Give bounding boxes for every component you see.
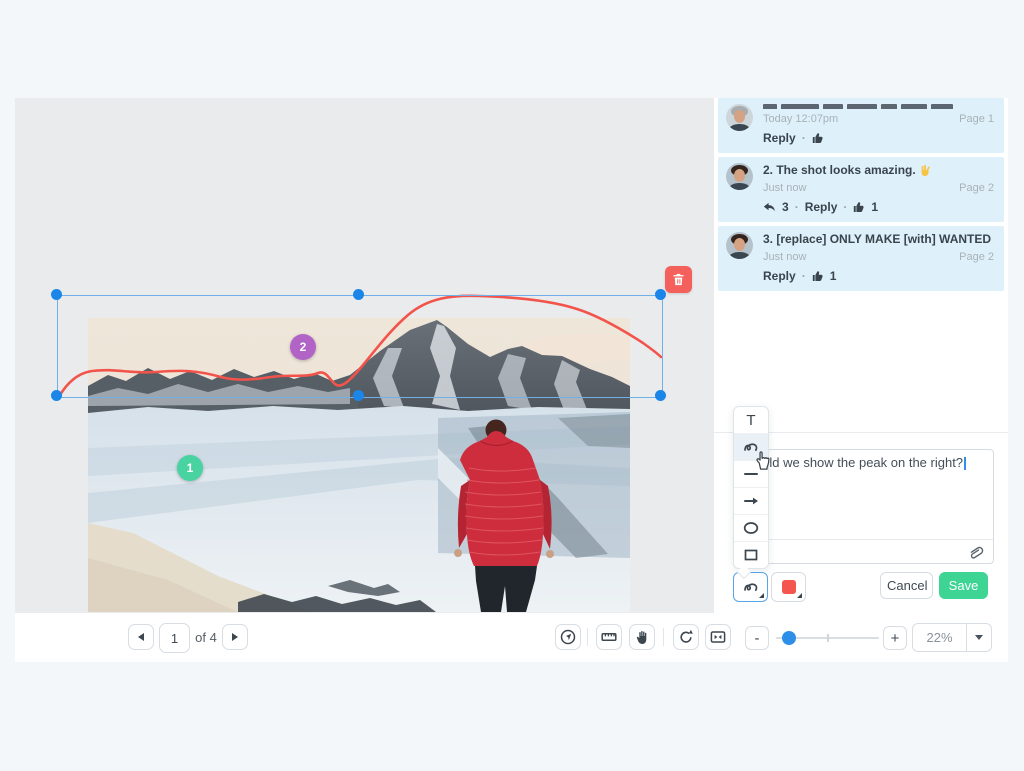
rotate-button[interactable]: [673, 624, 699, 650]
cancel-button[interactable]: Cancel: [880, 572, 933, 599]
compass-icon: [560, 629, 576, 645]
reply-link[interactable]: Reply: [763, 131, 796, 145]
rotate-icon: [678, 629, 694, 645]
horns-emoji-icon: [919, 164, 932, 177]
ruler-icon: [601, 629, 617, 645]
corner-expand-icon: [759, 593, 764, 598]
zoom-out-button[interactable]: -: [745, 626, 769, 650]
selection-handle-bottom-right[interactable]: [655, 390, 666, 401]
attachment-row: [747, 539, 993, 563]
delete-annotation-button[interactable]: [665, 266, 692, 293]
text-caret: [964, 457, 966, 470]
red-color-swatch: [782, 580, 796, 594]
annotation-selection-box[interactable]: [57, 295, 663, 398]
pointer-tool-button[interactable]: [555, 624, 581, 650]
like-count: 1: [830, 269, 837, 283]
fit-screen-button[interactable]: [705, 624, 731, 650]
comments-panel: Today 12:07pm Page 1 Reply · 2. The shot…: [714, 98, 1008, 613]
selection-handle-bottom-left[interactable]: [51, 390, 62, 401]
comment-page-label: Page 1: [959, 113, 994, 125]
zoom-level-select[interactable]: 22%: [912, 623, 992, 652]
page-count-label: of 4: [191, 630, 221, 645]
comment-timestamp: Just now: [763, 251, 806, 263]
like-count: 1: [871, 200, 878, 214]
active-shape-tool-button[interactable]: [733, 572, 768, 602]
separator-dot: ·: [802, 131, 806, 145]
toolbar-divider: [587, 628, 588, 646]
selection-handle-top-right[interactable]: [655, 289, 666, 300]
selection-handle-top-center[interactable]: [353, 289, 364, 300]
tool-rectangle[interactable]: [734, 542, 768, 568]
ellipse-icon: [743, 520, 759, 536]
freehand-icon: [743, 579, 759, 595]
comment-card-2[interactable]: 2. The shot looks amazing. Just now Page…: [718, 157, 1004, 222]
reply-link[interactable]: Reply: [763, 269, 796, 283]
arrow-icon: [743, 493, 759, 509]
forward-arrow-icon[interactable]: [763, 202, 776, 213]
comment-page-label: Page 2: [959, 251, 994, 263]
rectangle-icon: [743, 547, 759, 563]
comment-card-1[interactable]: Today 12:07pm Page 1 Reply ·: [718, 98, 1004, 153]
comment-text: 3. [replace] ONLY MAKE [with] WANTED: [763, 232, 991, 247]
tool-ellipse[interactable]: [734, 515, 768, 542]
prev-page-button[interactable]: [128, 624, 154, 650]
freehand-icon: [743, 439, 759, 455]
bottom-toolbar: of 4 - + 22%: [15, 613, 1008, 662]
avatar: [726, 104, 753, 131]
zoom-level-value: 22%: [913, 624, 966, 651]
annotation-color-button[interactable]: [771, 572, 806, 602]
paperclip-icon[interactable]: [968, 545, 985, 559]
separator-dot: ·: [843, 200, 847, 214]
avatar: [726, 232, 753, 259]
comment-page-label: Page 2: [959, 182, 994, 194]
proofing-app: 1 2 Today 12:07pm Page 1 Reply ·: [0, 0, 1024, 771]
tool-text[interactable]: T: [734, 407, 768, 434]
next-arrow-icon: [232, 633, 238, 641]
line-icon: [743, 466, 759, 482]
chevron-down-icon[interactable]: [966, 624, 991, 651]
thumbs-up-icon[interactable]: [812, 270, 824, 282]
zoom-slider-tick: [827, 634, 829, 642]
forward-count: 3: [782, 200, 789, 214]
save-button[interactable]: Save: [939, 572, 988, 599]
page-number-input[interactable]: [159, 623, 190, 653]
separator-dot: ·: [802, 269, 806, 283]
comment-marker-2[interactable]: 2: [290, 334, 316, 360]
reply-link[interactable]: Reply: [805, 200, 838, 214]
comment-input-text: Should we show the peak on the right?: [739, 455, 966, 470]
thumbs-up-icon[interactable]: [853, 201, 865, 213]
shape-tool-palette: T: [733, 406, 769, 569]
fit-screen-icon: [710, 629, 726, 645]
next-page-button[interactable]: [222, 624, 248, 650]
comment-timestamp: Just now: [763, 182, 806, 194]
tool-line[interactable]: [734, 461, 768, 488]
separator-dot: ·: [795, 200, 799, 214]
pan-tool-button[interactable]: [629, 624, 655, 650]
text-tool-glyph: T: [746, 412, 755, 429]
selection-handle-bottom-center[interactable]: [353, 390, 364, 401]
ruler-tool-button[interactable]: [596, 624, 622, 650]
comment-marker-1[interactable]: 1: [177, 455, 203, 481]
selection-handle-top-left[interactable]: [51, 289, 62, 300]
comment-text: 2. The shot looks amazing.: [763, 163, 916, 178]
comment-timestamp: Today 12:07pm: [763, 113, 838, 125]
zoom-in-button[interactable]: +: [883, 626, 907, 650]
thumbs-up-icon[interactable]: [812, 132, 824, 144]
prev-arrow-icon: [138, 633, 144, 641]
toolbar-divider: [663, 628, 664, 646]
comment-card-3[interactable]: 3. [replace] ONLY MAKE [with] WANTED Jus…: [718, 226, 1004, 291]
avatar: [726, 163, 753, 190]
marker-2-number: 2: [300, 340, 307, 354]
tool-freehand[interactable]: [734, 434, 768, 461]
marker-1-number: 1: [187, 461, 194, 475]
hand-icon: [634, 629, 650, 645]
clipped-comment-text: [763, 104, 994, 109]
tool-arrow[interactable]: [734, 488, 768, 515]
corner-expand-icon: [797, 593, 802, 598]
zoom-slider-handle[interactable]: [782, 631, 796, 645]
trash-icon: [671, 272, 686, 287]
